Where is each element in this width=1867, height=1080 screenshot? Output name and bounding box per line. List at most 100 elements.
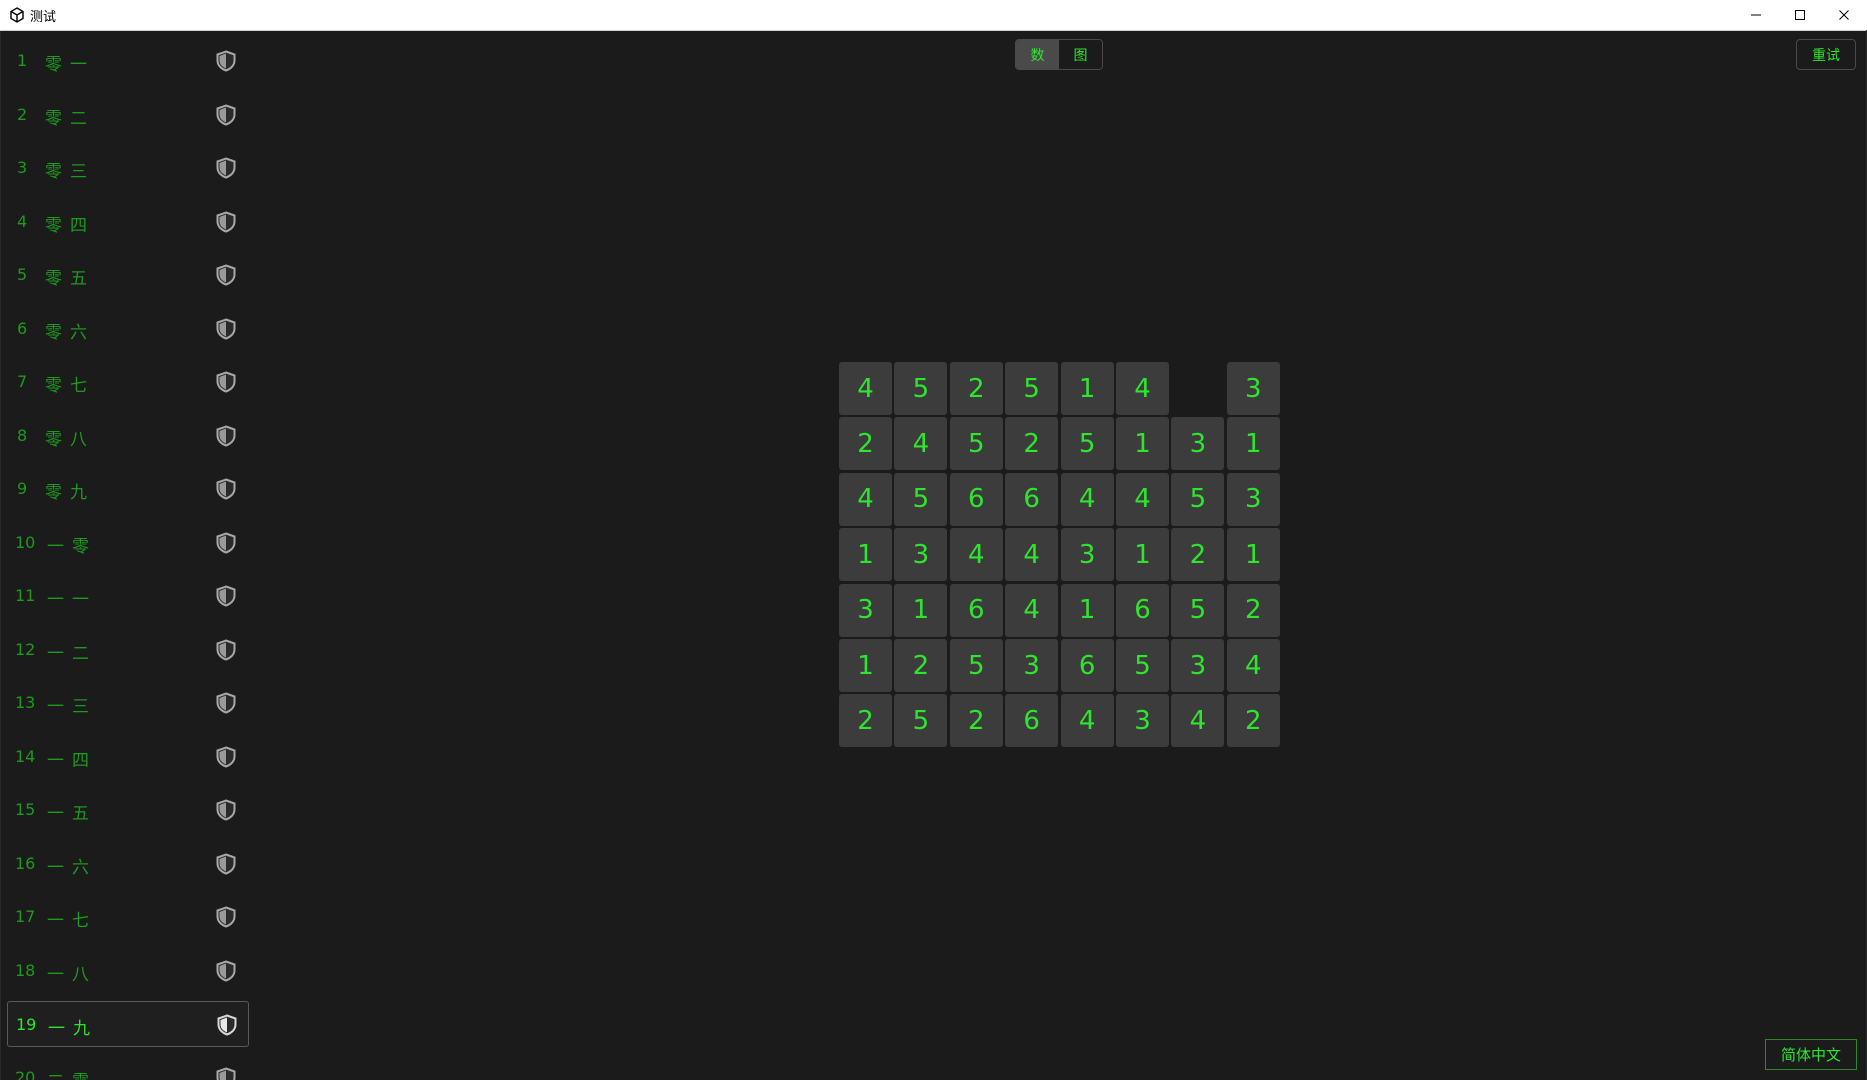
maximize-button[interactable] xyxy=(1778,0,1822,30)
number-tile[interactable]: 4 xyxy=(894,417,948,471)
level-name: 零三 xyxy=(45,162,95,182)
level-name: 一三 xyxy=(47,697,97,717)
number-tile[interactable]: 2 xyxy=(1171,528,1225,582)
number-tile[interactable]: 5 xyxy=(1171,583,1225,637)
number-tile[interactable]: 1 xyxy=(1226,417,1280,471)
level-item[interactable]: 20 二零 xyxy=(7,1055,249,1080)
level-name: 二零 xyxy=(47,1067,97,1080)
number-tile[interactable]: 4 xyxy=(839,472,892,526)
level-item[interactable]: 9 零九 xyxy=(7,466,249,512)
number-tile[interactable]: 2 xyxy=(1226,694,1280,748)
number-tile[interactable]: 2 xyxy=(949,694,1003,748)
number-tile[interactable]: 4 xyxy=(1226,639,1280,692)
number-tile[interactable]: 6 xyxy=(949,583,1003,637)
level-item[interactable]: 12 一二 xyxy=(7,627,249,673)
level-number: 12 xyxy=(15,639,36,659)
level-item[interactable]: 11 一一 xyxy=(7,573,249,619)
shield-icon xyxy=(216,959,236,982)
number-tile[interactable]: 5 xyxy=(1116,639,1169,692)
number-tile[interactable]: 3 xyxy=(1116,694,1169,748)
number-tile[interactable]: 3 xyxy=(1226,472,1280,526)
maximize-icon xyxy=(1795,10,1805,20)
level-item[interactable]: 16 一六 xyxy=(7,841,249,887)
level-item[interactable]: 17 一七 xyxy=(7,894,249,940)
language-button[interactable]: 简体中文 xyxy=(1765,1039,1857,1070)
level-item[interactable]: 3 零三 xyxy=(7,145,249,191)
number-tile[interactable]: 5 xyxy=(894,694,948,748)
level-item[interactable]: 2 零二 xyxy=(7,92,249,138)
number-tile[interactable]: 5 xyxy=(1060,417,1114,471)
level-item[interactable]: 15 一五 xyxy=(7,787,249,833)
number-tile[interactable]: 3 xyxy=(1171,417,1225,471)
number-tile[interactable]: 3 xyxy=(1226,362,1280,415)
close-button[interactable] xyxy=(1822,0,1866,30)
number-tile[interactable]: 2 xyxy=(894,639,948,692)
level-item[interactable]: 13 一三 xyxy=(7,680,249,726)
level-item[interactable]: 1 零一 xyxy=(7,38,249,84)
level-item[interactable]: 7 零七 xyxy=(7,359,249,405)
number-tile[interactable]: 5 xyxy=(894,362,948,415)
level-name: 零九 xyxy=(45,483,95,503)
retry-button[interactable]: 重试 xyxy=(1796,39,1856,70)
minimize-button[interactable] xyxy=(1734,0,1778,30)
number-tile[interactable]: 5 xyxy=(949,417,1003,471)
number-tile[interactable]: 4 xyxy=(1005,528,1059,582)
number-tile[interactable]: 1 xyxy=(839,639,892,692)
level-item[interactable]: 10 一零 xyxy=(7,520,249,566)
number-tile[interactable]: 6 xyxy=(1005,472,1059,526)
number-tile[interactable]: 4 xyxy=(1060,472,1114,526)
number-tile[interactable]: 6 xyxy=(1005,694,1059,748)
level-number: 4 xyxy=(17,211,28,231)
toggle-numbers-button[interactable]: 数 xyxy=(1016,40,1059,69)
number-tile[interactable]: 1 xyxy=(1226,528,1280,582)
number-tile[interactable]: 5 xyxy=(1171,472,1225,526)
number-tile[interactable]: 6 xyxy=(1060,639,1114,692)
level-number: 18 xyxy=(15,960,36,980)
number-tile[interactable]: 4 xyxy=(949,528,1003,582)
level-number: 14 xyxy=(15,746,36,766)
level-number: 17 xyxy=(15,907,36,926)
number-tile[interactable]: 2 xyxy=(839,694,892,748)
shield-icon xyxy=(216,103,236,126)
number-tile[interactable]: 4 xyxy=(1171,694,1225,748)
number-tile[interactable]: 5 xyxy=(1005,362,1059,415)
number-tile[interactable]: 1 xyxy=(1116,528,1169,582)
number-tile[interactable]: 2 xyxy=(1005,417,1059,471)
number-tile[interactable]: 4 xyxy=(1116,362,1169,415)
number-tile[interactable]: 1 xyxy=(894,583,948,637)
level-item[interactable]: 19 一九 xyxy=(7,1001,249,1047)
level-name: 零二 xyxy=(45,108,95,129)
number-tile[interactable]: 3 xyxy=(1005,639,1059,692)
number-tile[interactable]: 1 xyxy=(1060,362,1114,415)
empty-tile[interactable] xyxy=(1171,362,1224,415)
number-tile[interactable]: 5 xyxy=(949,639,1003,692)
number-tile[interactable]: 1 xyxy=(1060,583,1114,637)
level-item[interactable]: 18 一八 xyxy=(7,948,249,994)
level-number: 10 xyxy=(15,532,36,552)
level-item[interactable]: 4 零四 xyxy=(7,199,249,245)
number-tile[interactable]: 3 xyxy=(839,583,892,637)
number-tile[interactable]: 6 xyxy=(949,472,1003,526)
minimize-icon xyxy=(1751,14,1761,16)
number-tile[interactable]: 2 xyxy=(839,417,892,471)
number-tile[interactable]: 4 xyxy=(1116,472,1169,526)
level-item[interactable]: 5 零五 xyxy=(7,252,249,298)
number-tile[interactable]: 5 xyxy=(894,472,948,526)
number-tile[interactable]: 1 xyxy=(1116,417,1169,471)
toggle-image-button[interactable]: 图 xyxy=(1059,40,1102,69)
number-tile[interactable]: 3 xyxy=(1171,639,1225,692)
level-item[interactable]: 8 零八 xyxy=(7,413,249,459)
level-item[interactable]: 14 一四 xyxy=(7,734,249,780)
number-tile[interactable]: 3 xyxy=(894,528,948,582)
number-tile[interactable]: 3 xyxy=(1060,528,1114,582)
number-tile[interactable]: 1 xyxy=(839,528,892,582)
number-tile[interactable]: 2 xyxy=(1226,583,1280,637)
level-list[interactable]: 1 零一 2 零二 3 零三 4 零四 5 零五 6 零六 7 零七 8 零八 9 零九 10 一零 11 一一 12 一二 1… xyxy=(0,31,257,1080)
window-title: 测试 xyxy=(30,10,57,25)
level-item[interactable]: 6 零六 xyxy=(7,306,249,352)
number-tile[interactable]: 6 xyxy=(1116,583,1169,637)
number-tile[interactable]: 2 xyxy=(949,362,1003,415)
number-tile[interactable]: 4 xyxy=(1005,583,1059,637)
number-tile[interactable]: 4 xyxy=(839,362,892,415)
number-tile[interactable]: 4 xyxy=(1060,694,1114,748)
